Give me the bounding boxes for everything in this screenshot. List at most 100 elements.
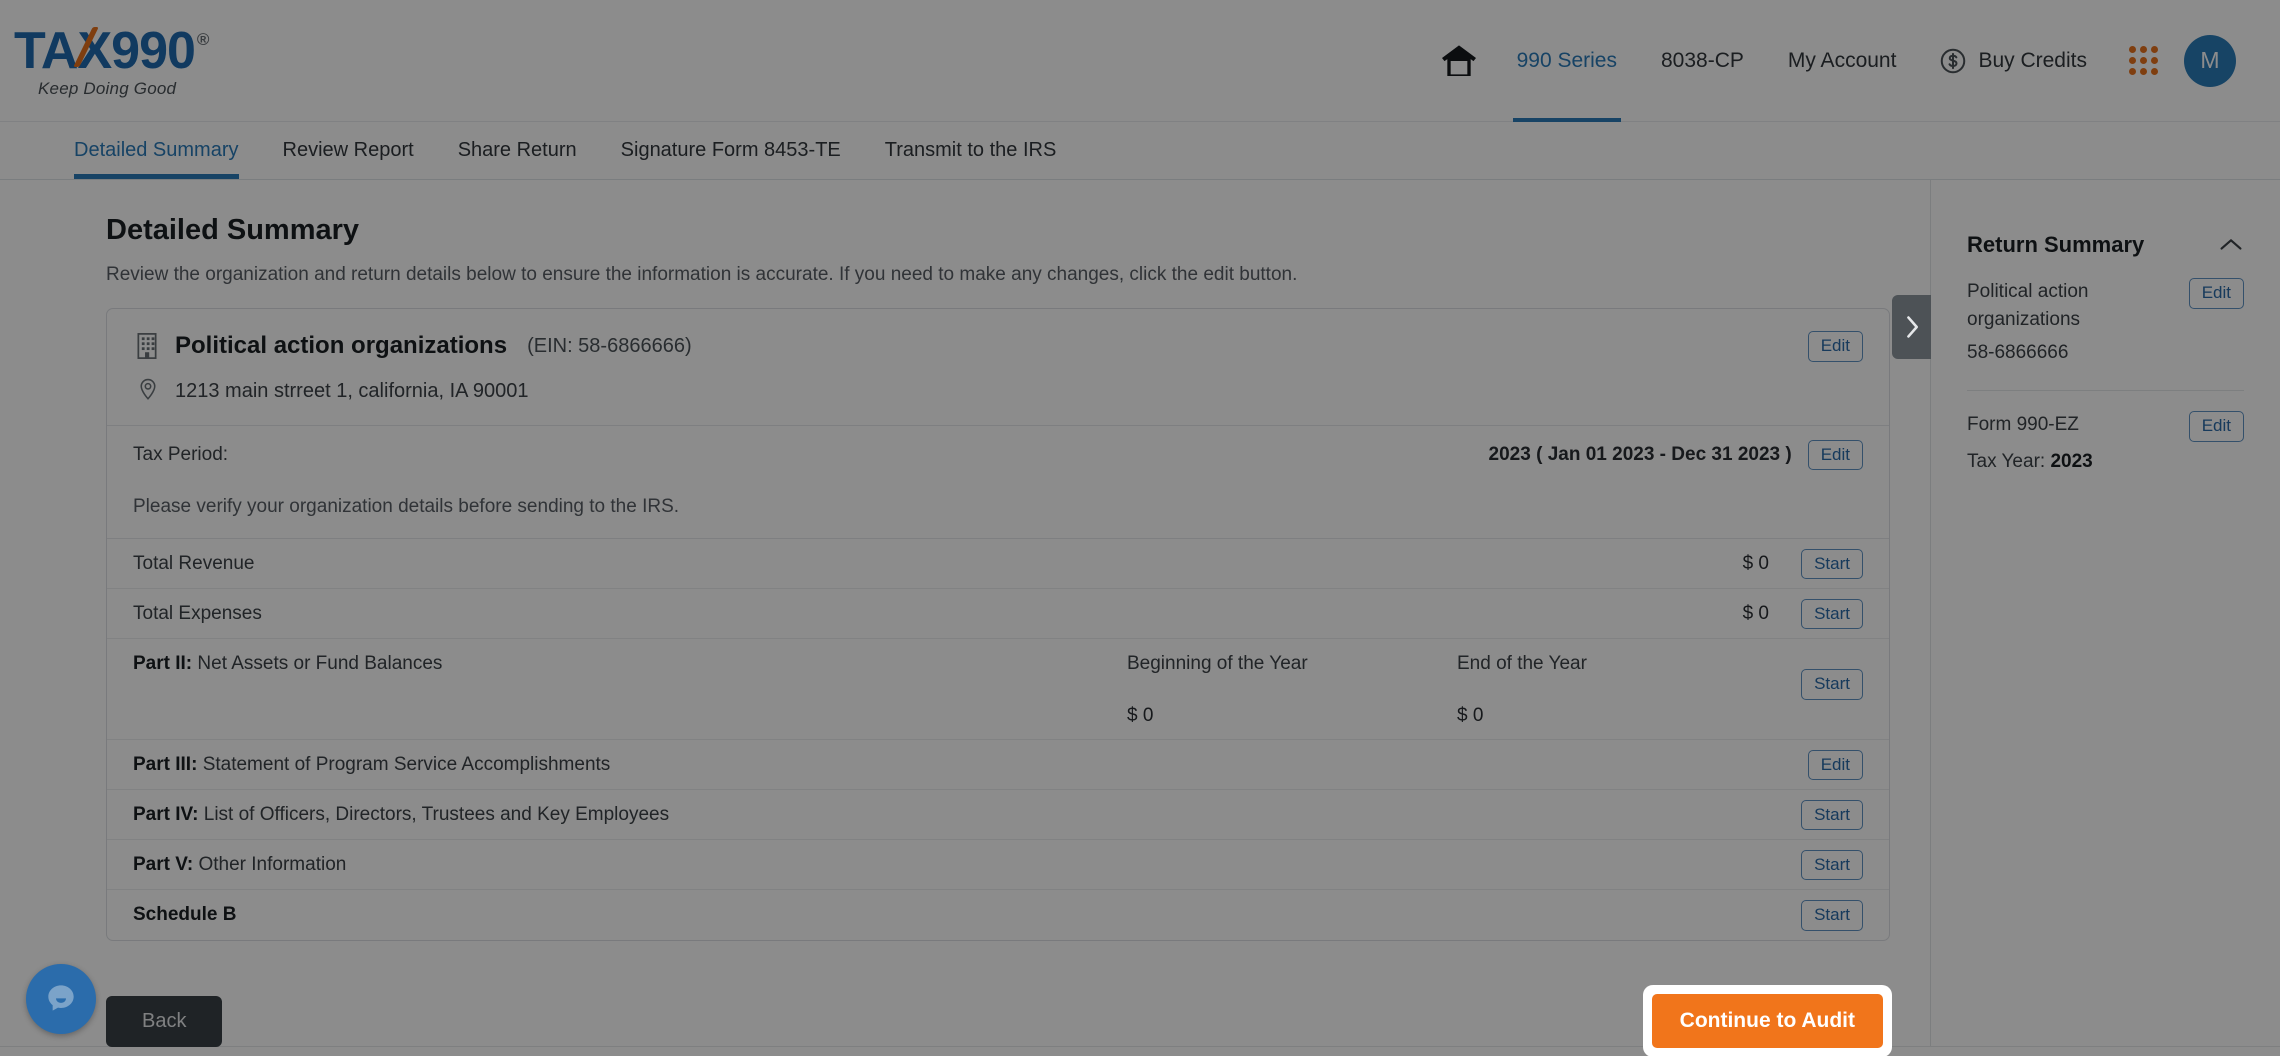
sidebar-organization-name: Political action organizations xyxy=(1967,281,2089,330)
organization-address-row: 1213 main strreet 1, california, IA 9000… xyxy=(133,378,1863,405)
part-iii-title: Statement of Program Service Accomplishm… xyxy=(202,753,611,775)
part-iv-prefix: Part IV: xyxy=(133,803,199,825)
main-column: Detailed Summary Review the organization… xyxy=(0,180,1930,1056)
tab-signature-form-8453-te[interactable]: Signature Form 8453-TE xyxy=(599,122,863,179)
section-tabs: Detailed Summary Review Report Share Ret… xyxy=(0,122,2280,180)
part-iv-title: List of Officers, Directors, Trustees an… xyxy=(203,803,670,825)
sidebar-organization-row: Political action organizations Edit xyxy=(1967,278,2244,333)
app-page: TA X 990 ® Keep Doing Good 990 Series 8038-… xyxy=(0,0,2280,1056)
location-pin-icon xyxy=(137,378,159,405)
part-iv-start-button[interactable]: Start xyxy=(1801,799,1863,831)
sidebar-edit-organization-button[interactable]: Edit xyxy=(2188,278,2244,309)
tab-review-report[interactable]: Review Report xyxy=(261,122,436,179)
logo-text-ta: TA xyxy=(14,21,78,80)
part-ii-col2-header: End of the Year xyxy=(1457,653,1587,675)
edit-tax-period-button[interactable]: Edit xyxy=(1807,439,1863,471)
building-icon xyxy=(133,331,161,361)
sidebar-divider xyxy=(1967,390,2244,392)
nav-item-990-series[interactable]: 990 Series xyxy=(1495,0,1639,122)
sidebar-title: Return Summary xyxy=(1967,232,2145,257)
part-v-label: Part V: Other Information xyxy=(133,854,346,876)
sidebar-form-name: Form 990-EZ xyxy=(1967,414,2079,436)
tax-period-label: Tax Period: xyxy=(133,444,229,466)
part-ii-title: Net Assets or Fund Balances xyxy=(197,653,443,675)
logo-text-990: 990 xyxy=(111,21,196,80)
part-iii-label: Part III: Statement of Program Service A… xyxy=(133,754,610,776)
tab-share-return[interactable]: Share Return xyxy=(436,122,599,179)
schedule-b-prefix: Schedule B xyxy=(133,904,237,926)
tab-transmit-to-the-irs[interactable]: Transmit to the IRS xyxy=(863,122,1079,179)
schedule-b-start-button[interactable]: Start xyxy=(1801,900,1863,931)
page-subtitle: Review the organization and return detai… xyxy=(106,264,1298,285)
logo-wordmark: TA X 990 ® xyxy=(14,21,209,80)
dollar-circle-icon xyxy=(1938,46,1968,76)
part-ii-start-button[interactable]: Start xyxy=(1801,669,1863,700)
app-header: TA X 990 ® Keep Doing Good 990 Series 8038-… xyxy=(0,0,2280,122)
organization-header: Political action organizations (EIN: 58-… xyxy=(107,309,1889,405)
return-summary-sidebar: Return Summary Political action organiza… xyxy=(1892,180,2280,1046)
organization-name-row: Political action organizations (EIN: 58-… xyxy=(133,331,1863,362)
tax990-logo[interactable]: TA X 990 ® Keep Doing Good xyxy=(14,21,209,98)
sidebar-header: Return Summary xyxy=(1967,232,2244,258)
table-row: Schedule B Start xyxy=(107,890,1889,940)
table-row: Part V: Other Information Start xyxy=(107,840,1889,891)
continue-to-audit-button[interactable]: Continue to Audit xyxy=(1651,994,1883,1049)
buy-credits-label: Buy Credits xyxy=(1978,48,2087,72)
total-expenses-amount: $ 0 xyxy=(1742,602,1769,624)
registered-mark-icon: ® xyxy=(196,30,209,49)
form-actions: Back Continue to Audit xyxy=(106,987,1890,1056)
buy-credits-button[interactable]: Buy Credits xyxy=(1918,46,2107,76)
table-row: Part IV: List of Officers, Directors, Tr… xyxy=(107,790,1889,841)
sidebar-edit-form-button[interactable]: Edit xyxy=(2188,411,2244,442)
nav-item-my-account[interactable]: My Account xyxy=(1766,0,1919,122)
chevron-up-icon[interactable] xyxy=(2218,236,2244,254)
total-revenue-amount: $ 0 xyxy=(1742,552,1769,574)
home-icon[interactable] xyxy=(1423,41,1495,81)
tax-period-year: 2023 xyxy=(1488,444,1531,466)
summary-table: Total Revenue $ 0 Start Total Expenses $… xyxy=(107,538,1889,940)
total-revenue-start-button[interactable]: Start xyxy=(1801,548,1863,580)
part-ii-col2-value: $ 0 xyxy=(1457,705,1484,727)
part-ii-block: Part II: Net Assets or Fund Balances Beg… xyxy=(107,639,1889,741)
verify-note: Please verify your organization details … xyxy=(133,496,680,518)
part-v-prefix: Part V: xyxy=(133,853,194,875)
logo-tagline: Keep Doing Good xyxy=(38,78,177,98)
schedule-b-label: Schedule B xyxy=(133,904,236,926)
sidebar-tax-year-value: 2023 xyxy=(2050,450,2093,472)
sidebar-form-row: Form 990-EZ Edit xyxy=(1967,411,2244,442)
avatar[interactable]: M xyxy=(2184,34,2236,87)
part-iii-edit-button[interactable]: Edit xyxy=(1807,749,1863,781)
tax-period-row: Tax Period: 2023 ( Jan 01 2023 - Dec 31 … xyxy=(107,424,1889,485)
part-ii-prefix: Part II: xyxy=(133,653,193,675)
table-row: Part III: Statement of Program Service A… xyxy=(107,740,1889,791)
sidebar-tax-year-label: Tax Year: xyxy=(1967,450,2046,472)
total-expenses-label: Total Expenses xyxy=(133,602,262,624)
apps-grid-icon[interactable] xyxy=(2107,46,2158,75)
table-row: Total Expenses $ 0 Start xyxy=(107,589,1889,640)
primary-nav: 990 Series 8038-CP My Account Buy Credit… xyxy=(1423,0,2236,122)
chat-bubble-icon[interactable] xyxy=(26,964,96,1034)
organization-address: 1213 main strreet 1, california, IA 9000… xyxy=(175,379,529,402)
organization-ein: (EIN: 58-6866666) xyxy=(527,334,692,357)
logo-x-glyph: X xyxy=(77,21,112,80)
nav-item-8038-cp[interactable]: 8038-CP xyxy=(1639,0,1766,122)
total-expenses-start-button[interactable]: Start xyxy=(1801,598,1863,630)
part-v-start-button[interactable]: Start xyxy=(1801,849,1863,881)
tab-detailed-summary[interactable]: Detailed Summary xyxy=(74,122,261,179)
content-area: Detailed Summary Review the organization… xyxy=(0,180,2280,1056)
tax-period-range: ( Jan 01 2023 - Dec 31 2023 ) xyxy=(1536,444,1792,466)
part-v-title: Other Information xyxy=(198,853,347,875)
part-iii-prefix: Part III: xyxy=(133,753,198,775)
total-revenue-label: Total Revenue xyxy=(133,552,255,574)
part-iv-label: Part IV: List of Officers, Directors, Tr… xyxy=(133,804,669,826)
part-ii-col1-value: $ 0 xyxy=(1127,705,1154,727)
page-title: Detailed Summary xyxy=(106,214,360,246)
edit-organization-button[interactable]: Edit xyxy=(1807,331,1863,362)
table-row: Total Revenue $ 0 Start xyxy=(107,539,1889,590)
sidebar-collapse-toggle[interactable] xyxy=(1892,295,1931,359)
organization-name: Political action organizations xyxy=(175,332,508,360)
tax-period-value: 2023 ( Jan 01 2023 - Dec 31 2023 ) xyxy=(1489,444,1792,466)
continue-to-audit-highlight: Continue to Audit xyxy=(1644,987,1890,1056)
part-ii-label: Part II: Net Assets or Fund Balances xyxy=(133,653,442,675)
back-button[interactable]: Back xyxy=(106,995,223,1047)
